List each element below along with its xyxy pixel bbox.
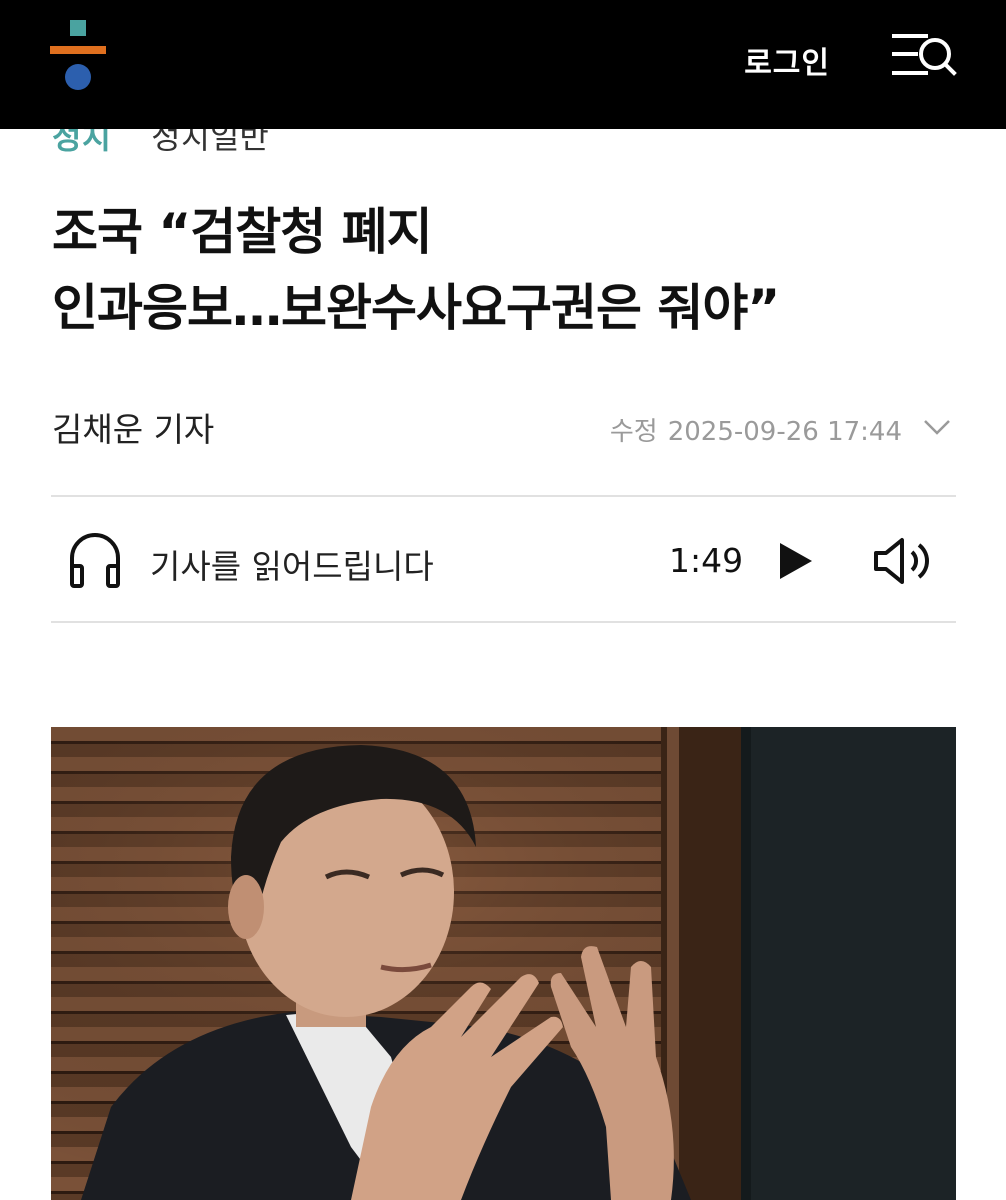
menu-search-icon[interactable]	[890, 30, 958, 82]
article-photo[interactable]	[51, 727, 956, 1200]
top-header: 로그인	[0, 0, 1006, 129]
reporter-name[interactable]: 김채운 기자	[52, 403, 214, 451]
divider-top	[51, 495, 956, 497]
hankyoreh-logo-icon[interactable]	[50, 20, 106, 92]
headline-line-2: 인과응보…보완수사요구권은 줘야”	[52, 279, 780, 337]
login-button[interactable]: 로그인	[744, 38, 830, 82]
divider-bottom	[51, 621, 956, 623]
audio-read-label[interactable]: 기사를 읽어드립니다	[150, 540, 434, 588]
chevron-down-icon[interactable]	[922, 418, 952, 438]
headline-line-1: 조국 “검찰청 폐지	[52, 203, 433, 261]
play-icon[interactable]	[778, 541, 814, 581]
audio-duration: 1:49	[669, 541, 744, 580]
headphones-icon	[70, 533, 120, 588]
modified-timestamp: 수정 2025-09-26 17:44	[610, 411, 902, 448]
volume-icon[interactable]	[872, 536, 936, 586]
article-headline: 조국 “검찰청 폐지 인과응보…보완수사요구권은 줘야”	[52, 194, 962, 346]
timestamp-value: 2025-09-26 17:44	[667, 417, 902, 447]
timestamp-label: 수정	[609, 417, 658, 447]
